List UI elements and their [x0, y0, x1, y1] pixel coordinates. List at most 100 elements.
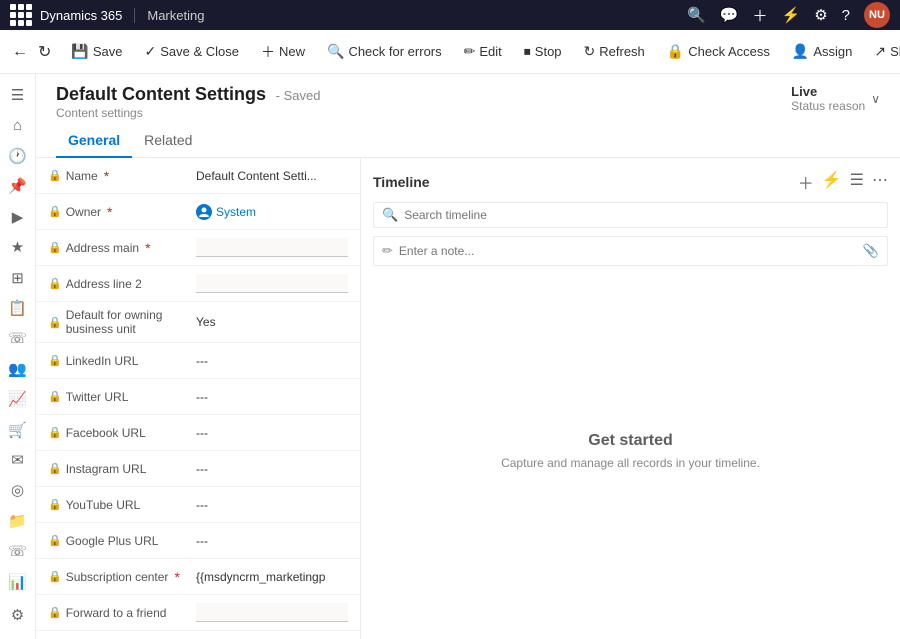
assign-button[interactable]: 👤 Assign: [782, 39, 862, 64]
field-label-instagram: 🔒 Instagram URL: [48, 462, 196, 476]
timeline-header: Timeline ＋ ⚡ ☰ ⋯: [373, 170, 888, 194]
sidebar-icon-folder[interactable]: 📁: [2, 508, 34, 534]
apps-grid-icon[interactable]: [10, 4, 32, 26]
field-value-address-main[interactable]: [196, 238, 348, 257]
nav-back-fwd: ← ↻: [8, 38, 55, 66]
save-close-button[interactable]: ✓ Save & Close: [134, 39, 249, 64]
field-label-default-owning: 🔒 Default for owning business unit: [48, 308, 196, 336]
timeline-more-icon[interactable]: ⋯: [872, 170, 888, 194]
timeline-list-icon[interactable]: ☰: [850, 170, 864, 194]
question-icon[interactable]: 💬: [720, 6, 739, 24]
required-indicator-name: *: [104, 169, 109, 183]
timeline-empty-title: Get started: [588, 432, 672, 450]
tab-related[interactable]: Related: [132, 124, 204, 158]
stop-button[interactable]: ⏹ Stop: [514, 39, 572, 64]
lock-icon-address-main: 🔒: [48, 241, 62, 254]
check-access-button[interactable]: 🔒 Check Access: [657, 39, 780, 64]
sidebar-icon-home[interactable]: ⌂: [2, 112, 34, 138]
stop-icon: ⏹: [524, 43, 531, 60]
timeline-actions: ＋ ⚡ ☰ ⋯: [798, 170, 888, 194]
field-value-facebook: ---: [196, 426, 348, 440]
edit-button[interactable]: ✏ Edit: [454, 39, 512, 64]
search-icon[interactable]: 🔍: [687, 6, 706, 24]
sidebar-icon-table[interactable]: ⊞: [2, 264, 34, 290]
command-bar: ← ↻ 💾 Save ✓ Save & Close ＋ New 🔍 Check …: [0, 30, 900, 74]
sidebar-icon-menu[interactable]: ☰: [2, 82, 34, 108]
timeline-add-icon[interactable]: ＋: [798, 170, 814, 194]
lock-icon-name: 🔒: [48, 169, 62, 182]
sidebar-icon-recent[interactable]: 🕐: [2, 143, 34, 169]
timeline-empty-state: Get started Capture and manage all recor…: [373, 274, 888, 627]
help-icon[interactable]: ?: [842, 7, 850, 24]
record-title: Default Content Settings: [56, 84, 266, 104]
settings-icon[interactable]: ⚙: [814, 6, 827, 24]
timeline-search-bar[interactable]: 🔍: [373, 202, 888, 228]
check-errors-button[interactable]: 🔍 Check for errors: [317, 39, 452, 64]
field-row-twitter: 🔒 Twitter URL ---: [36, 379, 360, 415]
timeline-note-input[interactable]: [399, 244, 857, 258]
sidebar-icon-chart[interactable]: 📈: [2, 386, 34, 412]
field-label-forward: 🔒 Forward to a friend: [48, 606, 196, 620]
avatar[interactable]: NU: [864, 2, 890, 28]
sidebar-icon-contacts[interactable]: 👥: [2, 356, 34, 382]
sidebar-icon-phone[interactable]: ☏: [2, 325, 34, 351]
required-indicator-address-main: *: [145, 241, 150, 255]
field-label-subscription: 🔒 Subscription center *: [48, 570, 196, 584]
share-button[interactable]: ↗ Share: [864, 39, 900, 64]
sidebar-icon-people[interactable]: ★: [2, 234, 34, 260]
top-nav-icons: 🔍 💬 ＋ ⚡ ⚙ ? NU: [687, 2, 890, 28]
status-area[interactable]: Live Status reason ∨: [791, 84, 880, 113]
assign-icon: 👤: [792, 43, 809, 60]
field-label-youtube: 🔒 YouTube URL: [48, 498, 196, 512]
sidebar-icon-cart[interactable]: 🛒: [2, 416, 34, 442]
refresh-button[interactable]: ↻ Refresh: [574, 39, 655, 64]
status-chevron-icon[interactable]: ∨: [871, 92, 880, 106]
field-value-name: Default Content Setti...: [196, 169, 348, 183]
timeline-search-icon: 🔍: [382, 207, 398, 223]
status-label: Status reason: [791, 99, 865, 113]
forward-refresh-button[interactable]: ↻: [34, 38, 55, 66]
main-content: Default Content Settings - Saved Content…: [36, 74, 900, 639]
attachment-icon[interactable]: 📎: [863, 243, 879, 259]
timeline-filter-icon[interactable]: ⚡: [822, 170, 842, 194]
content-area: 🔒 Name * Default Content Setti... 🔒 Owne…: [36, 158, 900, 639]
field-label-facebook: 🔒 Facebook URL: [48, 426, 196, 440]
sidebar-icon-reports[interactable]: 📊: [2, 569, 34, 595]
address-main-input[interactable]: [196, 238, 348, 257]
lock-icon-forward: 🔒: [48, 606, 62, 619]
sidebar-icon-settings[interactable]: ⚙: [2, 599, 34, 631]
timeline-note-bar[interactable]: ✏ 📎: [373, 236, 888, 266]
field-value-address-line2[interactable]: [196, 274, 348, 293]
timeline-empty-subtitle: Capture and manage all records in your t…: [501, 456, 760, 470]
record-subtitle: Content settings: [56, 106, 320, 120]
sidebar-icon-pin[interactable]: 📌: [2, 173, 34, 199]
main-layout: ☰ ⌂ 🕐 📌 ▶ ★ ⊞ 📋 ☏ 👥 📈 🛒 ✉ ◎ 📁 ☏ 📊 ⚙ Defa…: [0, 74, 900, 639]
sidebar-icon-target[interactable]: ◎: [2, 477, 34, 503]
filter-icon[interactable]: ⚡: [782, 6, 801, 24]
address-line2-input[interactable]: [196, 274, 348, 293]
field-row-owner: 🔒 Owner * System: [36, 194, 360, 230]
sidebar-icon-phone2[interactable]: ☏: [2, 538, 34, 564]
sidebar-icon-play[interactable]: ▶: [2, 204, 34, 230]
timeline-search-input[interactable]: [404, 208, 879, 222]
check-access-icon: 🔒: [667, 43, 684, 60]
lock-icon-instagram: 🔒: [48, 462, 62, 475]
field-label-twitter: 🔒 Twitter URL: [48, 390, 196, 404]
field-value-owner[interactable]: System: [196, 204, 348, 220]
save-button[interactable]: 💾 Save: [61, 39, 132, 64]
field-row-forward: 🔒 Forward to a friend: [36, 595, 360, 631]
new-button[interactable]: ＋ New: [251, 38, 315, 66]
lock-icon-default-owning: 🔒: [48, 316, 62, 329]
timeline-panel: Timeline ＋ ⚡ ☰ ⋯ 🔍 ✏ 📎: [361, 158, 900, 639]
add-icon[interactable]: ＋: [753, 5, 768, 26]
field-value-forward[interactable]: [196, 603, 348, 622]
field-value-twitter: ---: [196, 390, 348, 404]
back-button[interactable]: ←: [8, 39, 32, 65]
field-row-address-main: 🔒 Address main *: [36, 230, 360, 266]
field-label-googleplus: 🔒 Google Plus URL: [48, 534, 196, 548]
forward-input[interactable]: [196, 603, 348, 622]
sidebar-icon-email[interactable]: ✉: [2, 447, 34, 473]
record-header: Default Content Settings - Saved Content…: [36, 74, 900, 120]
tab-general[interactable]: General: [56, 124, 132, 158]
sidebar-icon-calendar[interactable]: 📋: [2, 295, 34, 321]
